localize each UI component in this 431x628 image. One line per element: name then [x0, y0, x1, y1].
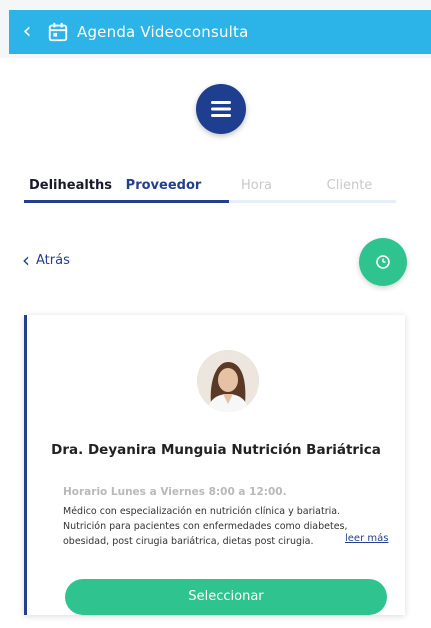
app-header: ‹ Agenda Videoconsulta [0, 0, 431, 58]
back-link[interactable]: ‹ Atrás [22, 250, 70, 270]
menu-button[interactable] [196, 84, 246, 134]
provider-card: Dra. Deyanira Munguia Nutrición Bariátri… [24, 315, 405, 615]
menu-icon [211, 101, 231, 117]
provider-schedule: Horario Lunes a Viernes 8:00 a 12:00. [63, 486, 287, 498]
select-button[interactable]: Seleccionar [65, 579, 387, 615]
avatar [197, 350, 259, 412]
tabs-progress-indicator [24, 200, 229, 203]
app-header-bar: ‹ Agenda Videoconsulta [9, 10, 431, 54]
provider-description: Médico con especialización en nutrición … [63, 506, 348, 547]
chevron-left-icon: ‹ [22, 248, 30, 272]
read-more-link[interactable]: leer más [341, 533, 389, 544]
page-title: Agenda Videoconsulta [77, 23, 249, 41]
chevron-left-icon[interactable]: ‹ [9, 10, 45, 54]
clock-button[interactable] [359, 238, 407, 286]
back-link-label: Atrás [36, 252, 70, 268]
provider-name: Dra. Deyanira Munguia Nutrición Bariátri… [51, 442, 381, 458]
clock-icon [376, 255, 390, 269]
calendar-icon [48, 22, 68, 42]
